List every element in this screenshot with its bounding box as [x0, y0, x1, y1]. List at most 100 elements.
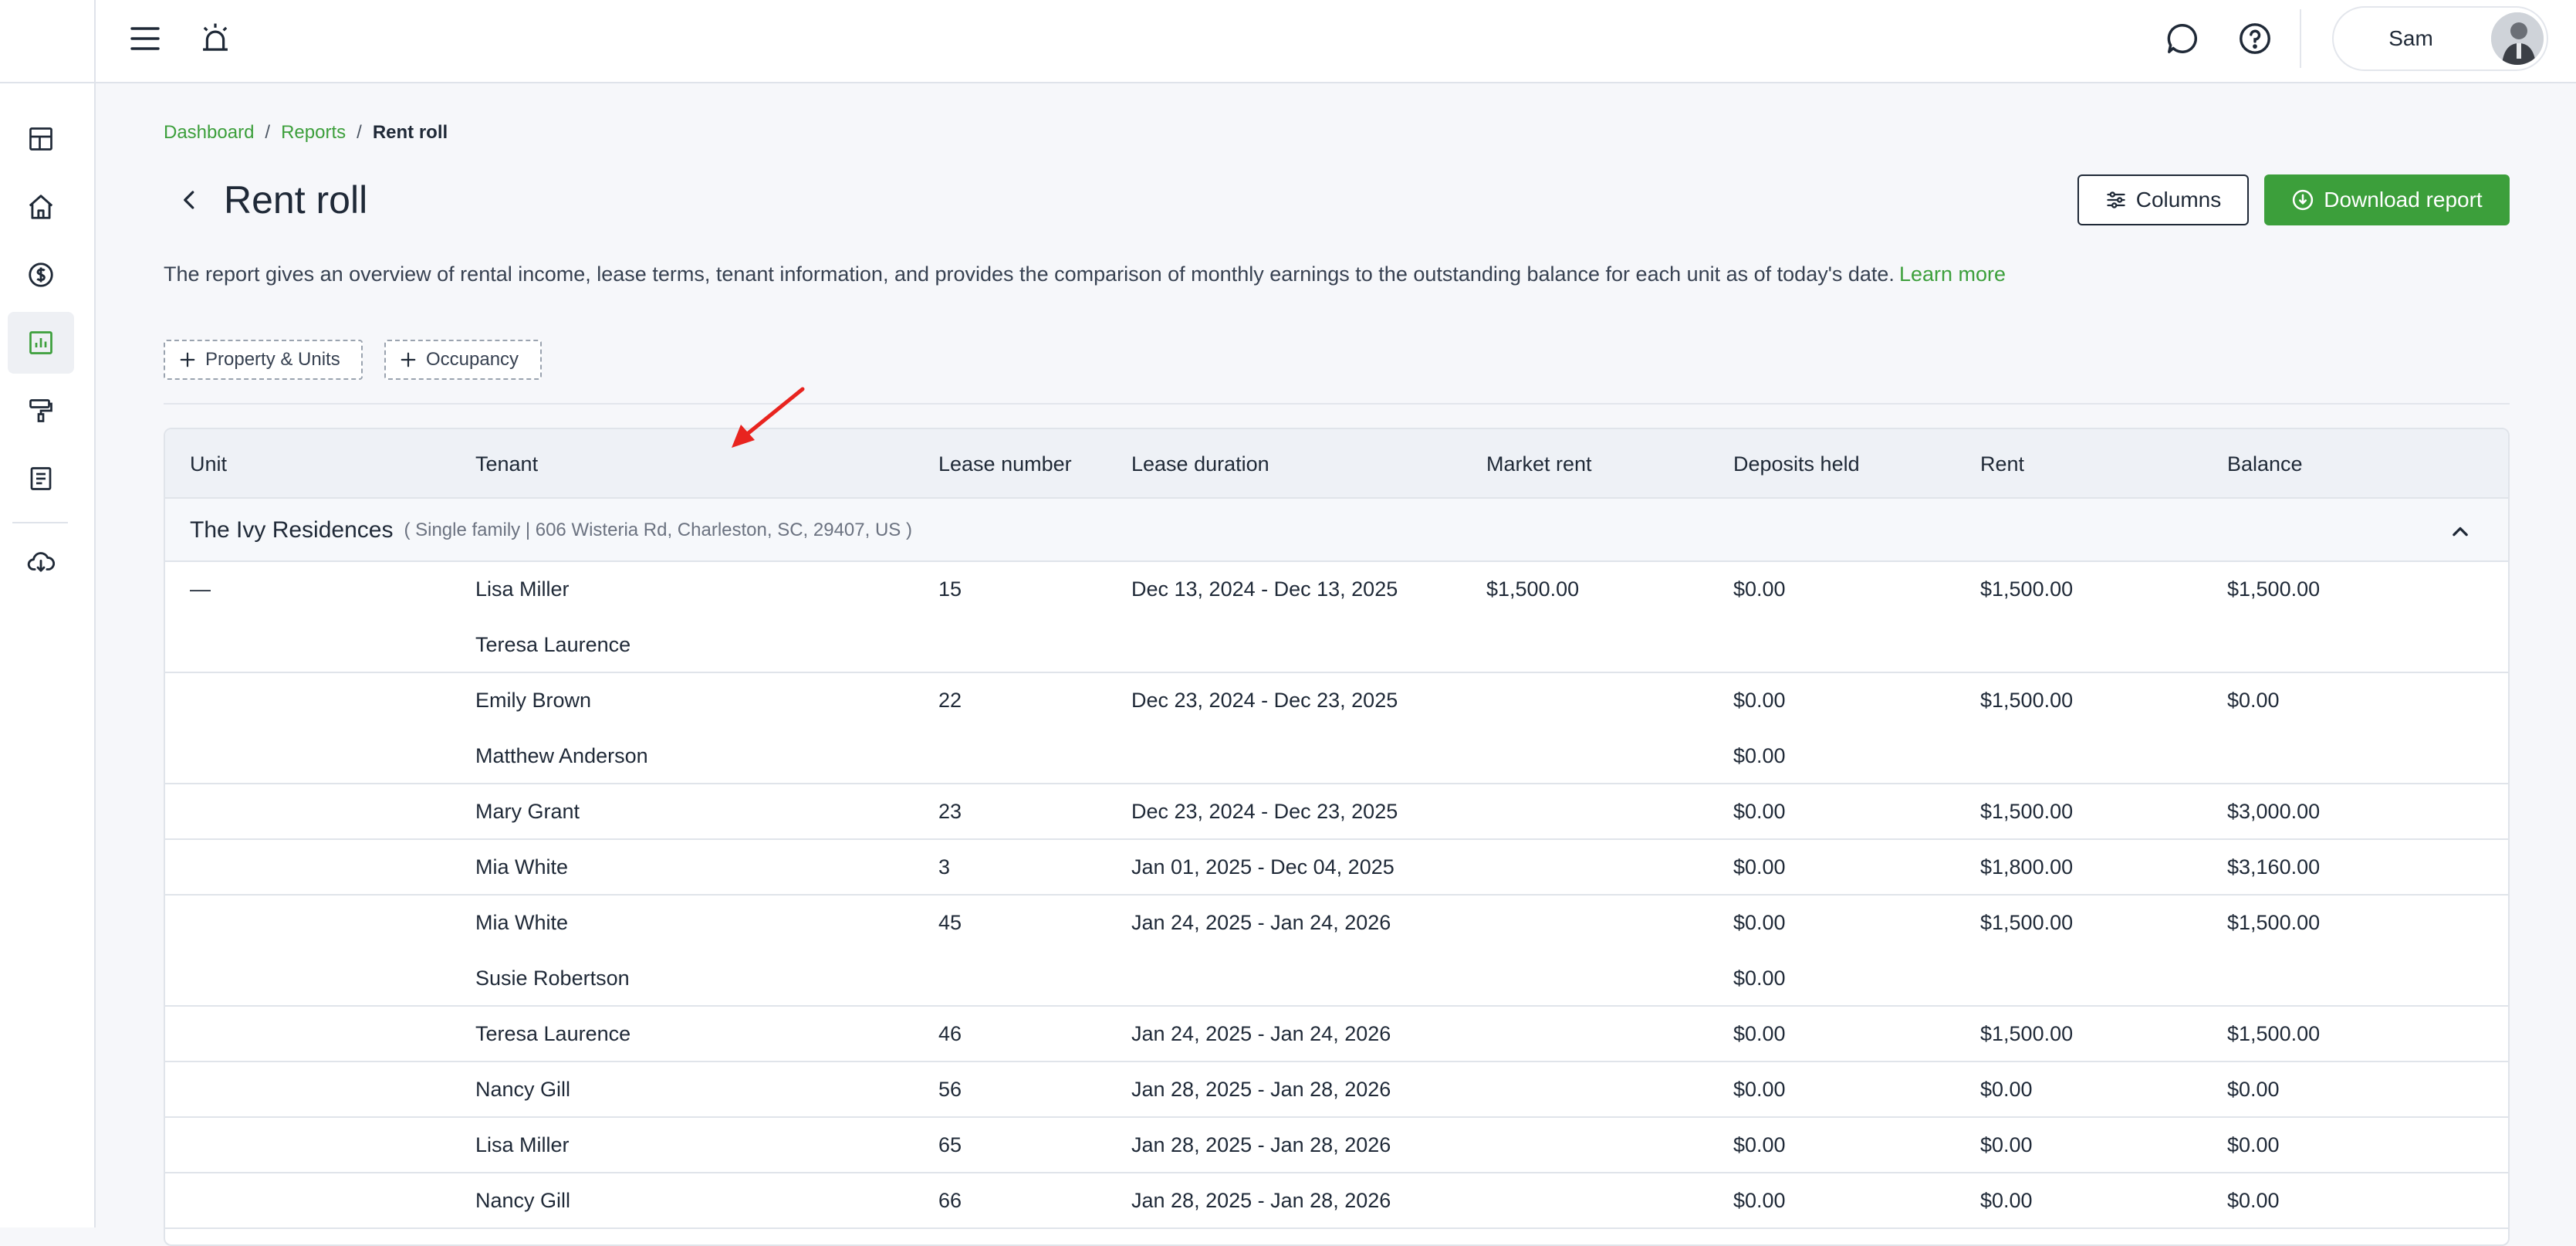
cell-balance: $3,000.00	[2227, 800, 2321, 823]
cell-balance: $1,500.00	[2227, 1022, 2321, 1045]
download-report-label: Download report	[2324, 188, 2483, 212]
cell-lease-duration: Jan 24, 2025 - Jan 24, 2026	[1131, 1022, 1391, 1045]
cell-deposits-held: $0.00	[1733, 1133, 1786, 1156]
learn-more-link[interactable]: Learn more	[1899, 262, 2006, 286]
cell-balance: $3,160.00	[2227, 855, 2321, 879]
report-description: The report gives an overview of rental i…	[164, 262, 2006, 286]
cell-rent: $0.00	[1980, 1078, 2033, 1101]
rent-roll-table: Unit Tenant Lease number Lease duration …	[164, 428, 2510, 1246]
cell-balance: $0.00	[2227, 1078, 2280, 1101]
table-row[interactable]: Nancy Gill 56 Jan 28, 2025 - Jan 28, 202…	[165, 1062, 2508, 1118]
cell-tenant[interactable]: Mia White	[475, 911, 568, 935]
sidebar-item-properties[interactable]	[8, 176, 74, 238]
cell-tenant[interactable]: Emily Brown	[475, 689, 591, 713]
sidebar-item-accounting[interactable]	[8, 244, 74, 306]
property-group-row[interactable]: The Ivy Residences ( Single family | 606…	[165, 499, 2508, 562]
dollar-icon	[29, 262, 53, 287]
table-row[interactable]: Mia White 3 Jan 01, 2025 - Dec 04, 2025 …	[165, 840, 2508, 896]
table-row[interactable]: Teresa Laurence 46 Jan 24, 2025 - Jan 24…	[165, 1007, 2508, 1062]
dashboard-icon	[29, 127, 52, 151]
cell-tenant[interactable]: Lisa Miller	[475, 1133, 570, 1157]
cell-deposits-held: $0.00	[1733, 855, 1786, 879]
cell-lease-duration: Dec 13, 2024 - Dec 13, 2025	[1131, 577, 1398, 601]
table-row[interactable]: — Lisa Miller Teresa Laurence 15 Dec 13,…	[165, 562, 2508, 673]
user-menu[interactable]: Sam	[2332, 6, 2548, 71]
breadcrumb-dashboard[interactable]: Dashboard	[164, 122, 254, 144]
cell-tenant[interactable]: Matthew Anderson	[475, 744, 648, 768]
column-header-unit[interactable]: Unit	[190, 429, 227, 499]
table-row[interactable]: Emily Brown Matthew Anderson 22 Dec 23, …	[165, 673, 2508, 784]
column-header-tenant[interactable]: Tenant	[475, 429, 538, 499]
cell-tenant[interactable]: Lisa Miller	[475, 577, 570, 601]
table-row[interactable]: Mia White Susie Robertson 45 Jan 24, 202…	[165, 896, 2508, 1007]
reports-chart-icon	[29, 331, 52, 354]
table-header: Unit Tenant Lease number Lease duration …	[165, 429, 2508, 499]
back-button[interactable]	[164, 174, 216, 226]
sidebar-nav	[0, 0, 96, 1227]
filter-occupancy[interactable]: Occupancy	[384, 340, 542, 380]
download-report-button[interactable]: Download report	[2264, 174, 2510, 225]
cell-market-rent: $1,500.00	[1486, 577, 1580, 601]
cell-rent: $1,500.00	[1980, 1022, 2074, 1045]
chevron-up-icon	[2453, 527, 2468, 537]
column-header-lease-duration[interactable]: Lease duration	[1131, 429, 1269, 499]
cell-lease-number: 3	[938, 855, 951, 879]
help-icon	[2240, 23, 2270, 54]
cell-tenant[interactable]: Mary Grant	[475, 800, 580, 824]
cell-lease-duration: Jan 28, 2025 - Jan 28, 2026	[1131, 1189, 1391, 1212]
messages-button[interactable]	[2159, 15, 2206, 62]
cell-tenant[interactable]: Nancy Gill	[475, 1078, 570, 1102]
cell-tenant[interactable]: Nancy Gill	[475, 1189, 570, 1213]
cell-lease-number: 15	[938, 577, 962, 601]
filter-label: Property & Units	[205, 349, 340, 370]
cell-balance: $0.00	[2227, 689, 2280, 712]
topbar-divider	[2300, 9, 2301, 68]
filter-property-units[interactable]: Property & Units	[164, 340, 363, 380]
property-details: ( Single family | 606 Wisteria Rd, Charl…	[404, 520, 912, 540]
cell-balance: $1,500.00	[2227, 577, 2321, 601]
page-title: Rent roll	[224, 178, 368, 222]
cell-lease-duration: Dec 23, 2024 - Dec 23, 2025	[1131, 800, 1398, 823]
cell-tenant[interactable]: Susie Robertson	[475, 967, 630, 990]
cell-lease-duration: Jan 28, 2025 - Jan 28, 2026	[1131, 1133, 1391, 1156]
cell-deposits-held: $0.00	[1733, 967, 1786, 990]
paint-roller-icon	[29, 399, 52, 422]
table-row[interactable]: Lisa Miller 65 Jan 28, 2025 - Jan 28, 20…	[165, 1118, 2508, 1173]
sidebar-item-documents[interactable]	[8, 448, 74, 510]
sidebar-item-reports[interactable]	[8, 312, 74, 374]
cell-deposits-held: $0.00	[1733, 800, 1786, 823]
cell-lease-duration: Jan 24, 2025 - Jan 24, 2026	[1131, 911, 1391, 934]
column-header-market-rent[interactable]: Market rent	[1486, 429, 1592, 499]
page-header: Rent roll	[164, 171, 367, 229]
cell-tenant[interactable]: Mia White	[475, 855, 568, 879]
column-header-deposits-held[interactable]: Deposits held	[1733, 429, 1860, 499]
menu-button[interactable]	[120, 17, 170, 60]
help-button[interactable]	[2232, 15, 2278, 62]
chevron-left-icon	[184, 191, 194, 209]
cell-rent: $1,500.00	[1980, 689, 2074, 712]
cell-deposits-held: $0.00	[1733, 577, 1786, 601]
column-header-balance[interactable]: Balance	[2227, 429, 2303, 499]
columns-button[interactable]: Columns	[2077, 174, 2249, 225]
breadcrumb-reports[interactable]: Reports	[281, 122, 346, 144]
cell-deposits-held: $0.00	[1733, 744, 1786, 767]
sidebar-item-dashboard[interactable]	[8, 108, 74, 170]
column-header-lease-number[interactable]: Lease number	[938, 429, 1072, 499]
column-header-rent[interactable]: Rent	[1980, 429, 2024, 499]
breadcrumb-current: Rent roll	[372, 122, 448, 143]
cell-rent: $0.00	[1980, 1133, 2033, 1156]
sidebar-item-maintenance[interactable]	[8, 380, 74, 442]
plus-icon	[401, 352, 416, 367]
cell-unit: —	[190, 577, 211, 601]
sidebar-item-downloads[interactable]	[8, 531, 74, 593]
table-row[interactable]: Nancy Gill 66 Jan 28, 2025 - Jan 28, 202…	[165, 1173, 2508, 1229]
collapse-group-button[interactable]	[2443, 514, 2477, 548]
cell-lease-number: 22	[938, 689, 962, 712]
cell-balance: $0.00	[2227, 1189, 2280, 1212]
alarm-button[interactable]	[191, 15, 239, 62]
table-row[interactable]: Mary Grant 23 Dec 23, 2024 - Dec 23, 202…	[165, 784, 2508, 840]
cell-tenant[interactable]: Teresa Laurence	[475, 633, 630, 657]
cell-tenant[interactable]: Teresa Laurence	[475, 1022, 630, 1046]
cell-deposits-held: $0.00	[1733, 1189, 1786, 1212]
cell-rent: $0.00	[1980, 1189, 2033, 1212]
